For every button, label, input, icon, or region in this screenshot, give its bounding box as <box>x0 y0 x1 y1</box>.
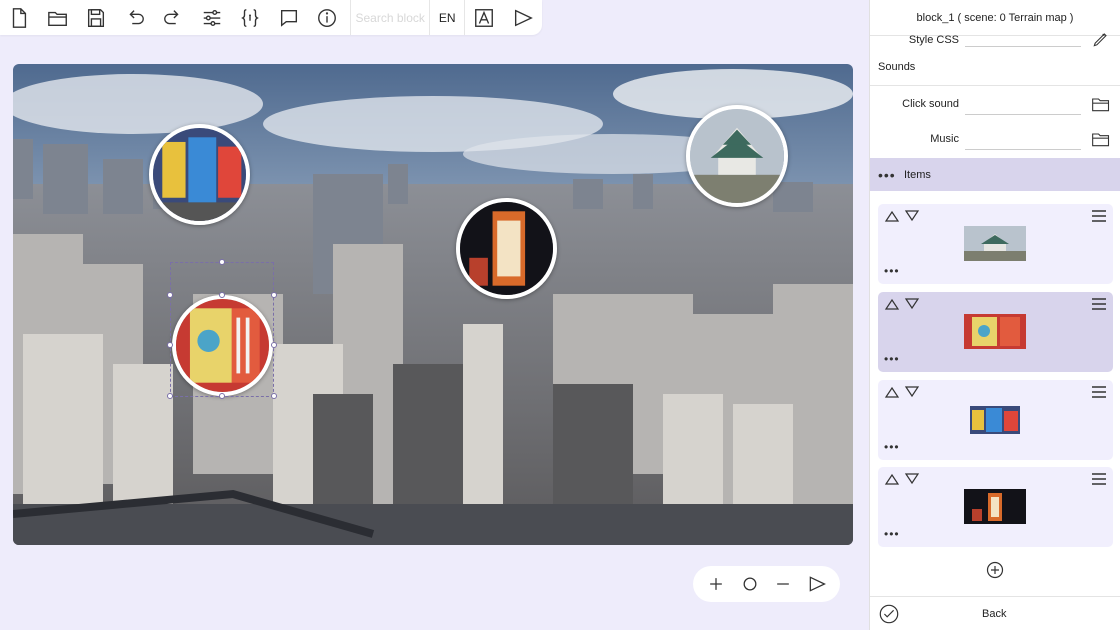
panel-footer: Back <box>870 596 1120 630</box>
folder-icon[interactable] <box>1090 128 1112 150</box>
comment-icon[interactable] <box>270 0 309 35</box>
open-folder-icon[interactable] <box>39 0 78 35</box>
search-input[interactable] <box>350 10 430 25</box>
move-down-icon[interactable] <box>904 385 920 399</box>
reset-zoom-icon[interactable] <box>735 569 765 599</box>
hamburger-menu-icon[interactable] <box>1091 209 1107 223</box>
code-braces-icon[interactable] <box>231 0 270 35</box>
music-row: Music <box>870 121 1120 156</box>
style-css-input[interactable] <box>965 33 1081 47</box>
move-down-icon[interactable] <box>904 472 920 486</box>
item-options-icon[interactable]: ••• <box>884 527 900 541</box>
sounds-section-label: Sounds <box>870 48 1120 86</box>
hamburger-menu-icon[interactable] <box>1091 385 1107 399</box>
panel-title: block_1 ( scene: 0 Terrain map ) <box>870 0 1120 36</box>
resize-handle[interactable] <box>219 393 225 399</box>
night-sign-thumbnail <box>964 489 1026 524</box>
hamburger-menu-icon[interactable] <box>1091 472 1107 486</box>
resize-handle[interactable] <box>271 292 277 298</box>
font-style-icon[interactable] <box>465 0 504 35</box>
music-label: Music <box>930 132 959 145</box>
move-down-icon[interactable] <box>904 209 920 223</box>
resize-handle[interactable] <box>167 292 173 298</box>
hotspot-billboard[interactable] <box>149 124 250 225</box>
selection-frame <box>170 262 274 397</box>
resize-handle[interactable] <box>271 342 277 348</box>
hotspot-night-sign[interactable] <box>456 198 557 299</box>
search-block-field[interactable] <box>349 0 431 35</box>
save-icon[interactable] <box>77 0 116 35</box>
click-sound-input[interactable] <box>965 92 1081 115</box>
more-options-icon[interactable]: ••• <box>878 167 898 183</box>
pencil-icon[interactable] <box>1090 28 1112 50</box>
hamburger-menu-icon[interactable] <box>1091 297 1107 311</box>
zoom-in-icon[interactable] <box>701 569 731 599</box>
items-label: Items <box>904 168 931 181</box>
new-file-icon[interactable] <box>0 0 39 35</box>
move-up-icon[interactable] <box>884 472 900 486</box>
move-up-icon[interactable] <box>884 209 900 223</box>
resize-handle[interactable] <box>167 342 173 348</box>
info-icon[interactable] <box>308 0 347 35</box>
play-icon[interactable] <box>504 0 543 35</box>
castle-thumbnail <box>964 226 1026 261</box>
item-card[interactable]: ••• <box>878 204 1113 284</box>
billboard-thumbnail <box>964 402 1026 437</box>
zoom-out-icon[interactable] <box>768 569 798 599</box>
zoom-controls <box>693 566 840 602</box>
style-css-label: Style CSS <box>908 34 959 46</box>
music-input[interactable] <box>965 127 1081 150</box>
resize-handle[interactable] <box>271 393 277 399</box>
item-options-icon[interactable]: ••• <box>884 264 900 278</box>
click-sound-row: Click sound <box>870 86 1120 121</box>
item-options-icon[interactable]: ••• <box>884 352 900 366</box>
style-css-row: Style CSS <box>870 32 1120 48</box>
top-toolbar: EN <box>0 0 542 35</box>
item-card[interactable]: ••• <box>878 467 1113 547</box>
preview-play-icon[interactable] <box>802 569 832 599</box>
redo-icon[interactable] <box>154 0 193 35</box>
move-up-icon[interactable] <box>884 385 900 399</box>
move-up-icon[interactable] <box>884 297 900 311</box>
add-item-icon[interactable] <box>986 561 1004 579</box>
resize-handle[interactable] <box>219 292 225 298</box>
items-header[interactable]: ••• Items <box>870 158 1120 191</box>
properties-panel: block_1 ( scene: 0 Terrain map ) Style C… <box>869 0 1120 630</box>
back-button[interactable]: Back <box>982 608 1006 620</box>
settings-sliders-icon[interactable] <box>193 0 232 35</box>
item-options-icon[interactable]: ••• <box>884 440 900 454</box>
click-sound-label: Click sound <box>902 97 959 110</box>
item-card[interactable]: ••• <box>878 380 1113 460</box>
resize-handle[interactable] <box>219 259 225 265</box>
resize-handle[interactable] <box>167 393 173 399</box>
move-down-icon[interactable] <box>904 297 920 311</box>
item-card[interactable]: ••• <box>878 292 1113 372</box>
folder-icon[interactable] <box>1090 93 1112 115</box>
manga-thumbnail <box>964 314 1026 349</box>
hotspot-castle[interactable] <box>686 105 788 207</box>
confirm-check-icon[interactable] <box>878 603 900 625</box>
language-selector[interactable]: EN <box>430 0 466 35</box>
undo-icon[interactable] <box>116 0 155 35</box>
scene-canvas[interactable] <box>13 64 853 545</box>
